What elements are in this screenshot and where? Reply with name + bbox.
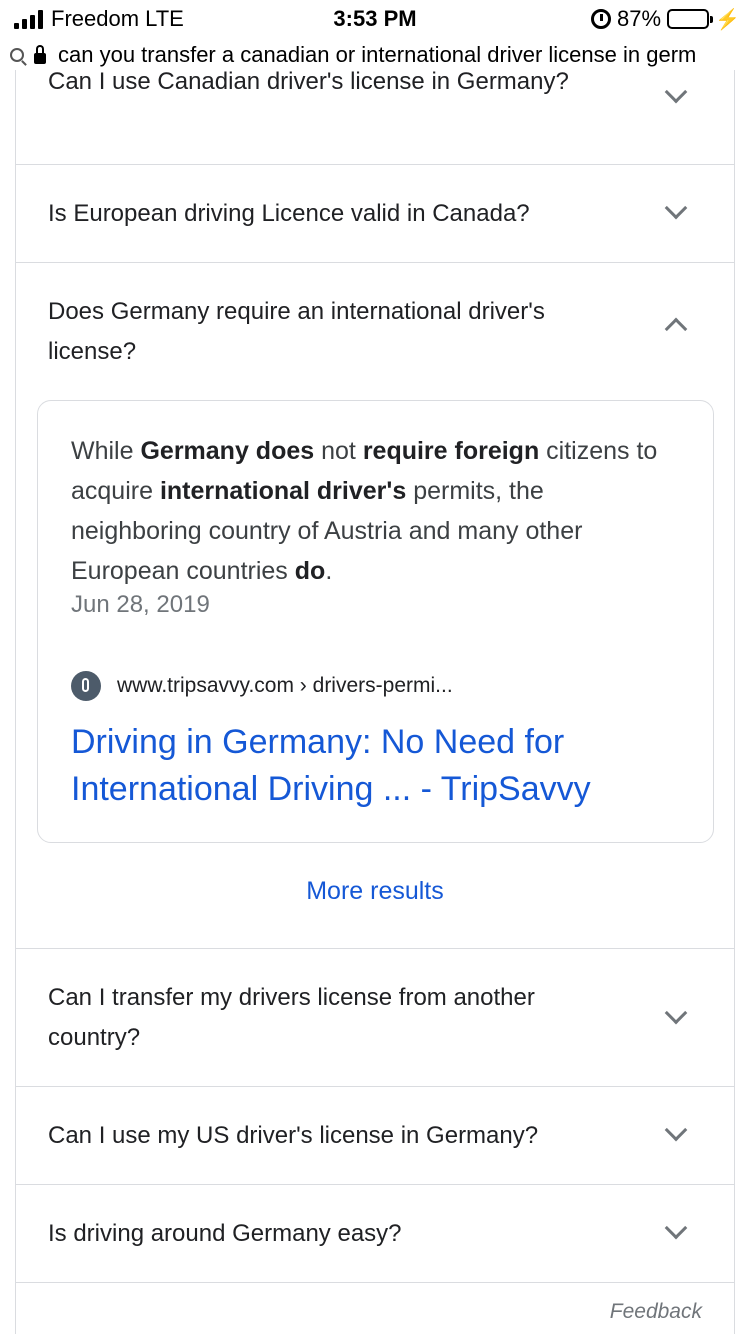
status-right: 87% ⚡ (591, 6, 740, 32)
source-title-link[interactable]: Driving in Germany: No Need for Internat… (71, 719, 691, 813)
source-line[interactable]: www.tripsavvy.com › drivers-permi... (71, 671, 453, 701)
charging-icon: ⚡ (715, 8, 740, 31)
chevron-up-icon[interactable] (664, 317, 688, 341)
lock-icon (34, 44, 46, 64)
battery-percent: 87% (617, 6, 662, 31)
faq-question[interactable]: Does Germany require an international dr… (48, 292, 633, 372)
search-icon (10, 48, 24, 62)
faq-question[interactable]: Can I use Canadian driver's license in G… (48, 70, 633, 102)
url-bar[interactable]: can you transfer a canadian or internati… (0, 40, 750, 70)
answer-text: While Germany does not require foreign c… (71, 437, 658, 585)
faq-item-germany-idp[interactable]: Does Germany require an international dr… (16, 263, 734, 949)
faq-question[interactable]: Can I use my US driver's license in Germ… (48, 1116, 633, 1156)
chevron-down-icon[interactable] (664, 1118, 688, 1142)
faq-question[interactable]: Is European driving Licence valid in Can… (48, 194, 633, 234)
related-questions-card: Can I use Canadian driver's license in G… (15, 70, 735, 1334)
tripsavvy-favicon-icon (71, 671, 101, 701)
feedback-link[interactable]: Feedback (610, 1300, 702, 1324)
faq-question[interactable]: Can I transfer my drivers license from a… (48, 978, 633, 1058)
alarm-icon (591, 9, 612, 29)
faq-item-canadian-license[interactable]: Can I use Canadian driver's license in G… (16, 70, 734, 165)
more-results-link[interactable]: More results (16, 877, 734, 906)
chevron-down-icon[interactable] (664, 196, 688, 220)
status-bar: Freedom LTE 3:53 PM 87% ⚡ (0, 0, 750, 40)
faq-question[interactable]: Is driving around Germany easy? (48, 1214, 633, 1254)
faq-item-us-license[interactable]: Can I use my US driver's license in Germ… (16, 1087, 734, 1185)
url-text[interactable]: can you transfer a canadian or internati… (58, 42, 696, 68)
chevron-down-icon[interactable] (664, 1001, 688, 1025)
source-url[interactable]: www.tripsavvy.com › drivers-permi... (117, 674, 453, 698)
battery-icon (667, 9, 714, 29)
faq-item-transfer-license[interactable]: Can I transfer my drivers license from a… (16, 949, 734, 1087)
faq-item-european-licence[interactable]: Is European driving Licence valid in Can… (16, 165, 734, 263)
answer-snippet: While Germany does not require foreign c… (37, 400, 714, 843)
chevron-down-icon[interactable] (664, 1216, 688, 1240)
chevron-down-icon[interactable] (664, 80, 688, 104)
faq-item-driving-easy[interactable]: Is driving around Germany easy? (16, 1185, 734, 1283)
answer-date: Jun 28, 2019 (71, 591, 210, 618)
